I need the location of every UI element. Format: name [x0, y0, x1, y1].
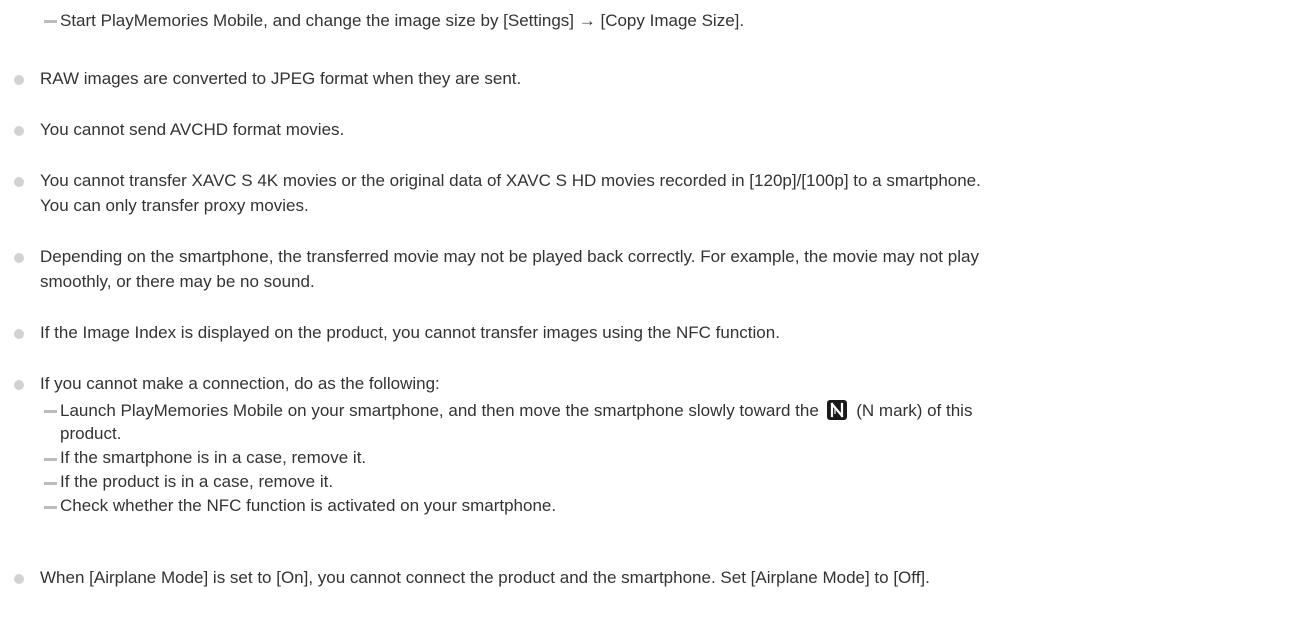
bullet-icon [14, 126, 24, 136]
bullet-icon [14, 177, 24, 187]
xavc-note-line2: You can only transfer proxy movies. [40, 196, 309, 215]
airplane-mode-note: When [Airplane Mode] is set to [On], you… [40, 568, 930, 587]
connection-step-1: Launch PlayMemories Mobile on your smart… [60, 399, 972, 422]
raw-note: RAW images are converted to JPEG format … [40, 69, 522, 88]
connection-step-1-text: Launch PlayMemories Mobile on your smart… [60, 401, 819, 420]
copy-image-size-note: Start PlayMemories Mobile, and change th… [60, 11, 745, 30]
notes-page: Start PlayMemories Mobile, and change th… [0, 0, 1308, 636]
dash-marker [44, 410, 57, 413]
bullet-icon [14, 253, 24, 263]
bullet-icon [14, 75, 24, 85]
playback-note-line1: Depending on the smartphone, the transfe… [40, 247, 979, 266]
xavc-note-line1: You cannot transfer XAVC S 4K movies or … [40, 171, 981, 190]
bullet-icon [14, 380, 24, 390]
dash-marker [44, 506, 57, 509]
bullet-icon [14, 574, 24, 584]
n-mark-icon [826, 400, 847, 420]
avchd-note: You cannot send AVCHD format movies. [40, 120, 345, 139]
bullet-icon [14, 329, 24, 339]
dash-marker [44, 482, 57, 485]
connection-step-1-suffix: (N mark) of this [856, 401, 973, 420]
dash-marker [44, 458, 57, 461]
connection-step-3: If the product is in a case, remove it. [60, 472, 334, 491]
connection-step-1-line2: product. [60, 424, 122, 443]
image-index-note: If the Image Index is displayed on the p… [40, 323, 780, 342]
connection-step-4: Check whether the NFC function is activa… [60, 496, 557, 515]
playback-note-line2: smoothly, or there may be no sound. [40, 272, 315, 291]
connection-note-intro: If you cannot make a connection, do as t… [40, 374, 440, 393]
connection-step-2: If the smartphone is in a case, remove i… [60, 448, 367, 467]
dash-marker [44, 20, 57, 23]
